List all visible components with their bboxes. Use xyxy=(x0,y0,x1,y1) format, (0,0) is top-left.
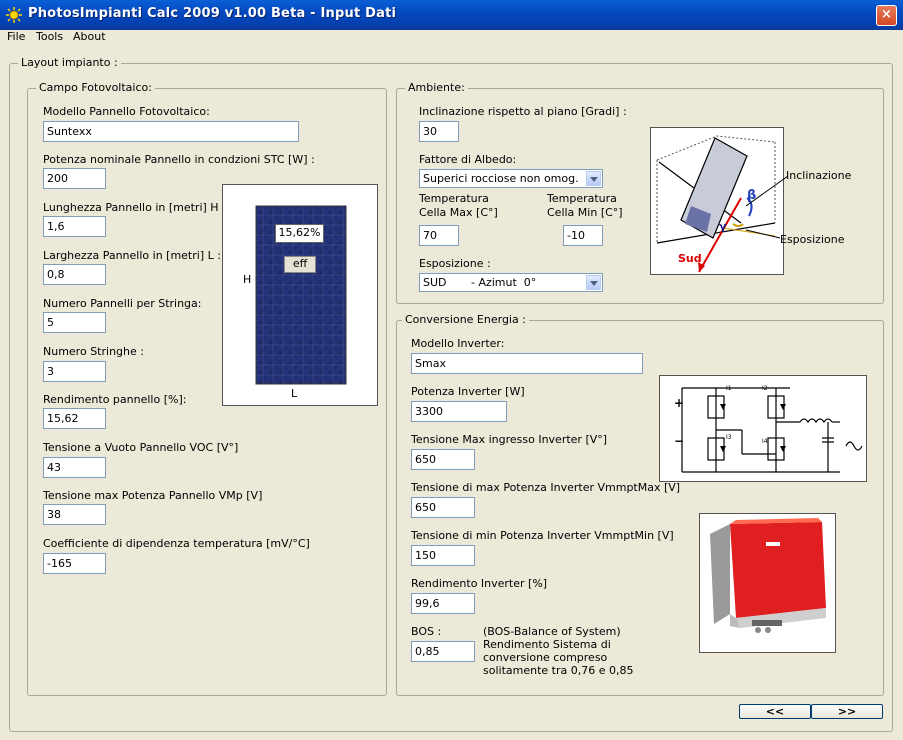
previous-button[interactable]: << xyxy=(739,704,811,719)
vmmpt-min-label: Tensione di min Potenza Inverter VmmptMi… xyxy=(411,529,674,542)
tensione-max-ingresso-input[interactable]: 650 xyxy=(411,449,475,470)
temp-max-input[interactable]: 70 xyxy=(419,225,459,246)
bos-note-line4: solitamente tra 0,76 e 0,85 xyxy=(483,664,634,677)
rendimento-inverter-label: Rendimento Inverter [%] xyxy=(411,577,548,590)
temp-max-label-line2: Cella Max [C°] xyxy=(419,206,498,219)
albedo-select[interactable]: Superici rocciose non omog. xyxy=(419,169,603,188)
inclinazione-input[interactable]: 30 xyxy=(419,121,459,142)
rendimento-pannello-input[interactable]: 15,62 xyxy=(43,408,106,429)
rendimento-inverter-input[interactable]: 99,6 xyxy=(411,593,475,614)
inverter-device-illustration xyxy=(710,518,826,633)
esposizione-diagram-label: Esposizione xyxy=(780,233,845,246)
coefficiente-temp-input[interactable]: -165 xyxy=(43,553,106,574)
menu-tools[interactable]: Tools xyxy=(36,30,63,43)
inverter-image xyxy=(699,513,836,653)
temp-max-label-line1: Temperatura xyxy=(419,192,489,205)
menu-about[interactable]: About xyxy=(73,30,106,43)
chevron-down-icon[interactable] xyxy=(586,171,601,186)
bos-note-line3: conversione compreso xyxy=(483,651,608,664)
esposizione-label: Esposizione : xyxy=(419,257,491,270)
numero-pannelli-label: Numero Pannelli per Stringa: xyxy=(43,297,202,310)
switch-label-3: I3 xyxy=(726,434,732,441)
temp-min-label-line2: Cella Min [C°] xyxy=(547,206,623,219)
menu-file[interactable]: File xyxy=(7,30,25,43)
bos-label: BOS : xyxy=(411,625,442,638)
eff-button[interactable]: eff xyxy=(284,256,316,273)
title-bar: PhotosImpianti Calc 2009 v1.00 Beta - In… xyxy=(0,0,903,30)
modello-pannello-label: Modello Pannello Fotovoltaico: xyxy=(43,105,210,118)
numero-stringhe-input[interactable]: 3 xyxy=(43,361,106,382)
switch-label-2: I2 xyxy=(762,385,768,392)
larghezza-input[interactable]: 0,8 xyxy=(43,264,106,285)
larghezza-label: Larghezza Pannello in [metri] L : xyxy=(43,249,221,262)
lunghezza-input[interactable]: 1,6 xyxy=(43,216,106,237)
vmmpt-max-label: Tensione di max Potenza Inverter VmmptMa… xyxy=(411,481,681,494)
ambiente-legend: Ambiente: xyxy=(405,81,468,94)
minus-terminal: − xyxy=(674,434,685,448)
albedo-label: Fattore di Albedo: xyxy=(419,153,517,166)
close-button[interactable]: × xyxy=(876,5,897,26)
conversione-energia-legend: Conversione Energia : xyxy=(402,313,529,326)
tensione-vmp-input[interactable]: 38 xyxy=(43,504,106,525)
next-button[interactable]: >> xyxy=(811,704,883,719)
modello-inverter-input[interactable]: Smax xyxy=(411,353,643,374)
bos-note-line1: (BOS-Balance of System) xyxy=(483,625,621,638)
potenza-nominale-label: Potenza nominale Pannello in condzioni S… xyxy=(43,153,315,166)
vmmpt-max-input[interactable]: 650 xyxy=(411,497,475,518)
gamma-symbol: γ xyxy=(719,220,727,233)
plus-terminal: + xyxy=(674,396,685,410)
tensione-voc-input[interactable]: 43 xyxy=(43,457,106,478)
temp-min-label-line1: Temperatura xyxy=(547,192,617,205)
switch-label-1: I1 xyxy=(726,385,732,392)
solar-panel-image: 15,62% eff xyxy=(222,184,378,406)
panel-height-label: H xyxy=(243,273,252,286)
bos-note-line2: Rendimento Sistema di xyxy=(483,638,611,651)
esposizione-select[interactable]: SUD - Azimut 0° xyxy=(419,273,603,292)
inclinazione-label: Inclinazione rispetto al piano [Gradi] : xyxy=(419,105,627,118)
modello-inverter-label: Modello Inverter: xyxy=(411,337,505,350)
modello-pannello-input[interactable]: Suntexx xyxy=(43,121,299,142)
menu-bar: File Tools About xyxy=(0,30,903,46)
potenza-nominale-input[interactable]: 200 xyxy=(43,168,106,189)
numero-stringhe-label: Numero Stringhe : xyxy=(43,345,144,358)
sud-label: Sud xyxy=(678,252,702,265)
tensione-vmp-label: Tensione max Potenza Pannello VMp [V] xyxy=(43,489,263,502)
layout-impianto-legend: Layout impianto : xyxy=(18,56,121,69)
tensione-max-ingresso-label: Tensione Max ingresso Inverter [V°] xyxy=(411,433,608,446)
campo-fotovoltaico-legend: Campo Fotovoltaico: xyxy=(36,81,155,94)
rendimento-pannello-label: Rendimento pannello [%]: xyxy=(43,393,187,406)
panel-width-label: L xyxy=(291,387,298,400)
esposizione-selected-value: SUD - Azimut 0° xyxy=(423,276,537,289)
sun-app-icon xyxy=(6,7,22,23)
vmmpt-min-input[interactable]: 150 xyxy=(411,545,475,566)
bos-input[interactable]: 0,85 xyxy=(411,641,475,662)
window-title: PhotosImpianti Calc 2009 v1.00 Beta - In… xyxy=(28,6,397,21)
coefficiente-temp-label: Coefficiente di dipendenza temperatura [… xyxy=(43,537,310,550)
chevron-down-icon[interactable] xyxy=(586,275,601,290)
tensione-voc-label: Tensione a Vuoto Pannello VOC [V°] xyxy=(43,441,239,454)
inverter-circuit-diagram: + − I1 I2 I3 I4 xyxy=(659,375,867,482)
solar-panel-illustration xyxy=(255,205,347,385)
potenza-inverter-label: Potenza Inverter [W] xyxy=(411,385,525,398)
albedo-selected-value: Superici rocciose non omog. xyxy=(423,172,579,185)
inclinazione-diagram-label: Inclinazione xyxy=(786,169,852,182)
switch-label-4: I4 xyxy=(762,438,768,445)
efficiency-readout: 15,62% xyxy=(275,224,324,243)
potenza-inverter-input[interactable]: 3300 xyxy=(411,401,507,422)
temp-min-input[interactable]: -10 xyxy=(563,225,603,246)
lunghezza-label: Lunghezza Pannello in [metri] H : xyxy=(43,201,226,214)
numero-pannelli-input[interactable]: 5 xyxy=(43,312,106,333)
